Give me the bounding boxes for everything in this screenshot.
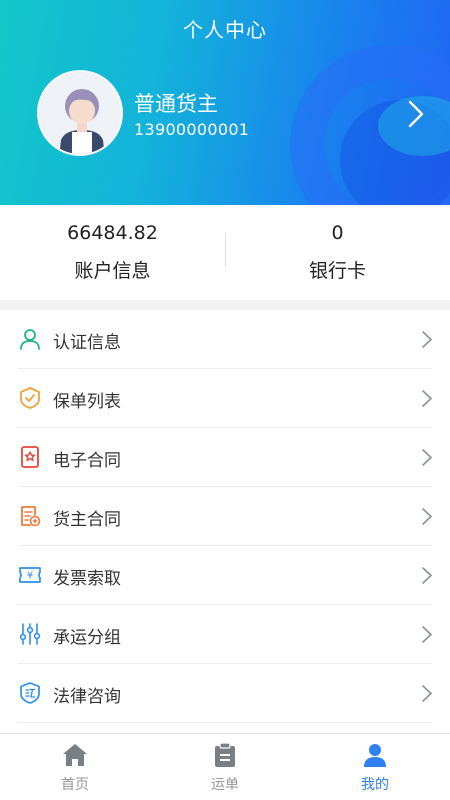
account-balance: 66484.82 bbox=[67, 222, 158, 244]
chevron-right-icon bbox=[421, 448, 433, 467]
account-info-label: 账户信息 bbox=[74, 260, 151, 282]
menu-item-invoice-request[interactable]: ¥ 发票索取 bbox=[0, 546, 450, 605]
menu-item-policy-list[interactable]: 保单列表 bbox=[0, 369, 450, 428]
chevron-right-icon bbox=[421, 625, 433, 644]
star-card-icon bbox=[18, 445, 42, 469]
home-icon bbox=[62, 742, 88, 768]
person-icon bbox=[362, 742, 388, 768]
menu-item-shipper-contract[interactable]: 货主合同 bbox=[0, 487, 450, 546]
avatar[interactable] bbox=[37, 70, 123, 156]
settings-menu: 认证信息 保单列表 电子合同 货主合同 ¥ 发票索取 承运分组 法律咨询 bbox=[0, 310, 450, 723]
tab-label: 运单 bbox=[211, 777, 239, 793]
chevron-right-icon bbox=[421, 389, 433, 408]
menu-item-label: 发票索取 bbox=[53, 569, 121, 589]
chevron-right-icon bbox=[421, 330, 433, 349]
profile-detail-chevron-right-icon[interactable] bbox=[404, 96, 428, 132]
user-icon bbox=[18, 327, 42, 351]
menu-item-e-contract[interactable]: 电子合同 bbox=[0, 428, 450, 487]
bank-card-label: 银行卡 bbox=[308, 260, 366, 282]
contract-seal-icon bbox=[18, 504, 42, 528]
page-title: 个人中心 bbox=[183, 18, 267, 42]
avatar-person-icon bbox=[39, 72, 121, 154]
clipboard-icon bbox=[212, 742, 238, 768]
stats-divider bbox=[225, 233, 226, 267]
menu-item-label: 货主合同 bbox=[53, 510, 121, 530]
shield-check-icon bbox=[18, 386, 42, 410]
bank-card-count: 0 bbox=[331, 222, 344, 244]
sliders-icon bbox=[18, 622, 42, 646]
user-phone: 13900000001 bbox=[134, 120, 250, 139]
menu-item-carrier-group[interactable]: 承运分组 bbox=[0, 605, 450, 664]
account-info-stat[interactable]: 66484.82 账户信息 bbox=[0, 205, 225, 300]
menu-item-legal-consulting[interactable]: 法律咨询 bbox=[0, 664, 450, 723]
profile-header: 个人中心 普通货主 13900000001 bbox=[0, 0, 450, 205]
tab-waybill[interactable]: 运单 bbox=[150, 734, 300, 800]
menu-item-label: 承运分组 bbox=[53, 628, 121, 648]
chevron-right-icon bbox=[421, 566, 433, 585]
section-gap bbox=[0, 300, 450, 310]
menu-item-label: 法律咨询 bbox=[53, 687, 121, 707]
chevron-right-icon bbox=[421, 684, 433, 703]
svg-text:¥: ¥ bbox=[27, 571, 33, 582]
bottom-tab-bar: 首页 运单 我的 bbox=[0, 733, 450, 800]
bank-card-stat[interactable]: 0 银行卡 bbox=[225, 205, 450, 300]
menu-divider bbox=[18, 722, 432, 723]
menu-item-certification[interactable]: 认证信息 bbox=[0, 310, 450, 369]
tab-mine[interactable]: 我的 bbox=[300, 734, 450, 800]
user-name: 普通货主 bbox=[134, 92, 218, 116]
menu-item-label: 电子合同 bbox=[53, 451, 121, 471]
tab-label: 我的 bbox=[361, 777, 389, 793]
menu-item-label: 保单列表 bbox=[53, 392, 121, 412]
tab-label: 首页 bbox=[61, 777, 89, 793]
tab-home[interactable]: 首页 bbox=[0, 734, 150, 800]
chevron-right-icon bbox=[421, 507, 433, 526]
invoice-ticket-icon: ¥ bbox=[18, 563, 42, 587]
law-shield-icon bbox=[18, 681, 42, 705]
menu-item-label: 认证信息 bbox=[53, 333, 121, 353]
